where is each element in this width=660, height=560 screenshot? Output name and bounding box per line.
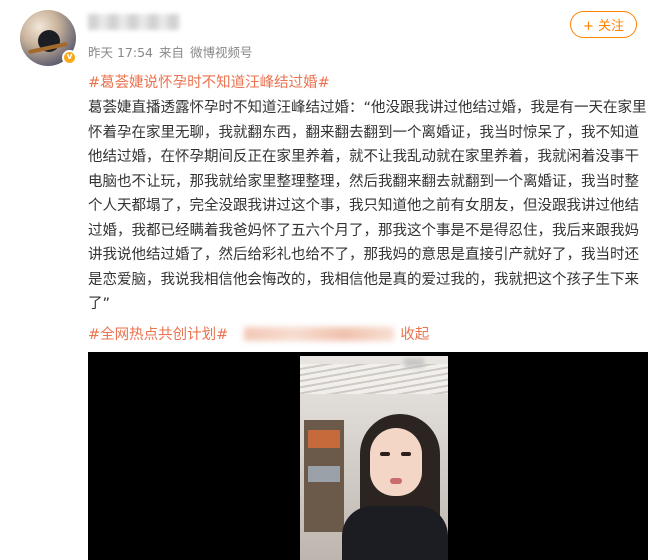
post-source[interactable]: 微博视频号 bbox=[190, 42, 253, 61]
username-blurred[interactable] bbox=[88, 14, 180, 30]
collapse-link[interactable]: 收起 bbox=[400, 323, 429, 344]
video-player[interactable] bbox=[88, 352, 648, 560]
person-eye-right bbox=[401, 452, 411, 456]
source-prefix: 来自 bbox=[159, 45, 185, 60]
post-timestamp[interactable]: 昨天 17:54 bbox=[88, 42, 153, 61]
video-thumbnail bbox=[300, 356, 448, 560]
follow-button[interactable]: + 关注 bbox=[570, 11, 637, 38]
blurred-link[interactable] bbox=[244, 326, 395, 341]
background-shelf bbox=[304, 420, 344, 532]
post-meta: 昨天 17:54 来自 微博视频号 bbox=[88, 42, 253, 61]
verified-badge-icon: v bbox=[62, 50, 77, 65]
ceiling-lines bbox=[300, 364, 448, 394]
person-lips bbox=[390, 478, 402, 484]
title-hashtag[interactable]: #葛荟婕说怀孕时不知道汪峰结过婚# bbox=[88, 71, 330, 92]
person-coat bbox=[342, 506, 448, 560]
post-body: 葛荟婕直播透露怀孕时不知道汪峰结过婚：“他没跟我讲过他结过婚，我是有一天在家里怀… bbox=[88, 100, 647, 312]
person-face bbox=[370, 428, 422, 496]
footer-line: #全网热点共创计划# 收起 bbox=[88, 323, 429, 344]
person-eye-left bbox=[380, 452, 390, 456]
watermark-blur bbox=[404, 358, 424, 368]
footer-hashtag[interactable]: #全网热点共创计划# bbox=[88, 323, 228, 344]
